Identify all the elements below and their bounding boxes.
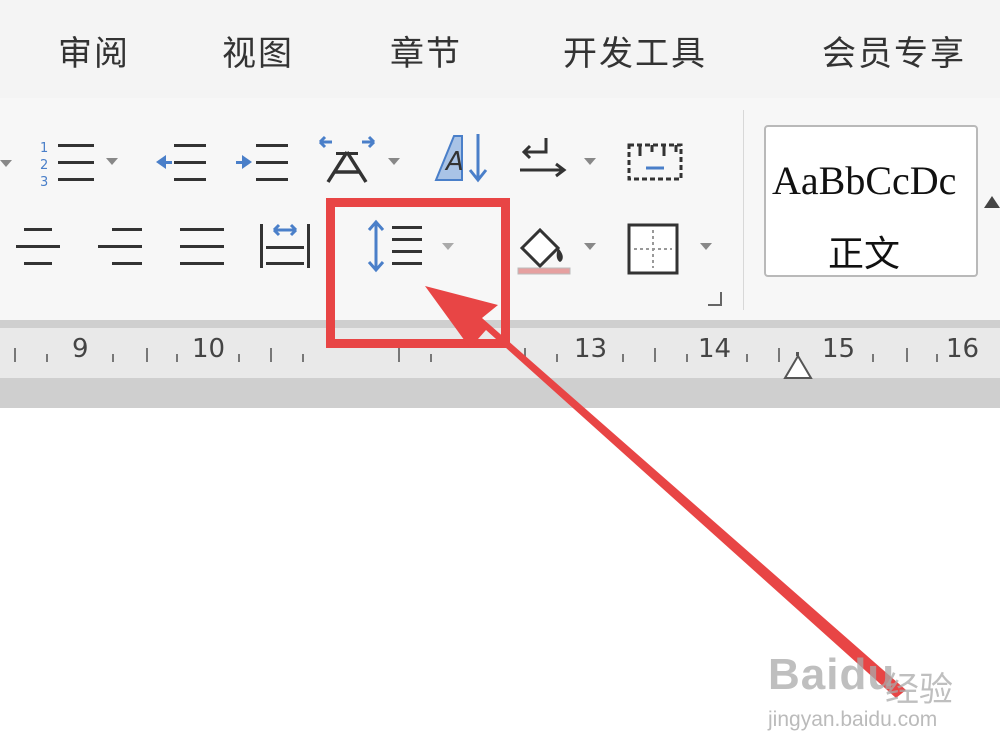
ruler-number: 14 bbox=[698, 334, 732, 364]
ruler-number: 10 bbox=[192, 334, 226, 364]
style-gallery-more-arrow[interactable] bbox=[984, 196, 1000, 208]
justify-button[interactable] bbox=[176, 224, 228, 270]
watermark-logo: Baidu bbox=[768, 650, 896, 699]
numbered-list-icon: 1 2 3 bbox=[38, 138, 100, 188]
ruler-tick bbox=[622, 354, 624, 362]
align-center-icon bbox=[12, 224, 64, 270]
paragraph-mark-button[interactable] bbox=[516, 134, 572, 184]
tab-view[interactable]: 视图 bbox=[222, 26, 294, 75]
sort-icon: A bbox=[432, 130, 490, 186]
ruler-tick bbox=[430, 354, 432, 362]
ruler-tick bbox=[778, 348, 780, 362]
borders-icon bbox=[626, 222, 680, 276]
align-right-icon bbox=[94, 224, 146, 270]
ruler-tick bbox=[270, 348, 272, 362]
svg-text:3: 3 bbox=[40, 175, 48, 188]
chinese-layout-button[interactable] bbox=[316, 132, 378, 186]
ruler-tick bbox=[398, 348, 400, 362]
increase-indent-button[interactable] bbox=[234, 140, 292, 186]
indent-triangle-icon bbox=[783, 328, 813, 384]
partial-dropdown-arrow[interactable] bbox=[0, 160, 12, 167]
style-name-label: 正文 bbox=[828, 234, 901, 275]
ruler-number: 13 bbox=[574, 334, 608, 364]
decrease-indent-icon bbox=[152, 140, 210, 186]
tab-review[interactable]: 审阅 bbox=[58, 26, 130, 75]
style-normal-card[interactable]: AaBbCcDc 正文 bbox=[764, 125, 978, 277]
justify-icon bbox=[176, 224, 228, 270]
highlight-box bbox=[326, 198, 510, 348]
align-right-button[interactable] bbox=[94, 224, 146, 270]
ruler-tick bbox=[936, 354, 938, 362]
ruler-tick bbox=[686, 354, 688, 362]
svg-text:1: 1 bbox=[40, 141, 48, 156]
ruler-tick bbox=[556, 354, 558, 362]
table-grid-button[interactable] bbox=[626, 142, 684, 182]
ruler-tick bbox=[654, 348, 656, 362]
increase-indent-icon bbox=[234, 140, 292, 186]
numbering-button[interactable]: 1 2 3 bbox=[38, 138, 100, 188]
ruler-number: 9 bbox=[72, 334, 89, 364]
ruler-tick bbox=[872, 354, 874, 362]
ruler-tick bbox=[746, 354, 748, 362]
borders-dropdown-arrow[interactable] bbox=[700, 243, 712, 250]
tab-chapter[interactable]: 章节 bbox=[390, 26, 462, 75]
paragraph-settings-launcher[interactable] bbox=[708, 292, 722, 306]
borders-button[interactable] bbox=[626, 222, 680, 276]
right-indent-marker[interactable] bbox=[783, 328, 813, 384]
watermark-url: jingyan.baidu.com bbox=[768, 708, 938, 731]
app-window: 审阅 视图 章节 开发工具 会员专享 1 2 3 A AaBbCcDc 正文 9… bbox=[0, 0, 1000, 751]
ruler-tick bbox=[906, 348, 908, 362]
ruler-tick bbox=[176, 354, 178, 362]
distributed-align-icon bbox=[256, 220, 314, 272]
paragraph-mark-icon bbox=[516, 134, 572, 184]
numbering-dropdown-arrow[interactable] bbox=[106, 158, 118, 165]
sort-button[interactable]: A bbox=[432, 130, 490, 186]
tab-developer-tools[interactable]: 开发工具 bbox=[563, 26, 707, 75]
tab-member-exclusive[interactable]: 会员专享 bbox=[822, 26, 966, 75]
ruler-number: 16 bbox=[946, 334, 980, 364]
ruler-tick bbox=[46, 354, 48, 362]
group-separator bbox=[743, 110, 744, 310]
shading-dropdown-arrow[interactable] bbox=[584, 243, 596, 250]
paragraph-mark-dropdown-arrow[interactable] bbox=[584, 158, 596, 165]
ruler-number: 15 bbox=[822, 334, 856, 364]
ruler-tick bbox=[112, 354, 114, 362]
ruler-tick bbox=[14, 348, 16, 362]
chinese-layout-dropdown-arrow[interactable] bbox=[388, 158, 400, 165]
watermark-label: 经验 bbox=[885, 670, 953, 710]
shading-icon bbox=[514, 222, 574, 276]
align-center-button[interactable] bbox=[12, 224, 64, 270]
svg-text:A: A bbox=[444, 147, 464, 177]
ruler-tick bbox=[238, 354, 240, 362]
table-grid-icon bbox=[626, 142, 684, 182]
shading-button[interactable] bbox=[514, 222, 574, 276]
decrease-indent-button[interactable] bbox=[152, 140, 210, 186]
ruler-tick bbox=[302, 354, 304, 362]
ruler-tick bbox=[146, 348, 148, 362]
chinese-layout-icon bbox=[316, 132, 378, 186]
style-sample-text: AaBbCcDc bbox=[772, 158, 957, 203]
distributed-align-button[interactable] bbox=[256, 220, 314, 272]
svg-text:2: 2 bbox=[40, 158, 48, 173]
menu-tab-bar: 审阅 视图 章节 开发工具 会员专享 bbox=[0, 0, 1000, 98]
ruler-tick bbox=[524, 348, 526, 362]
